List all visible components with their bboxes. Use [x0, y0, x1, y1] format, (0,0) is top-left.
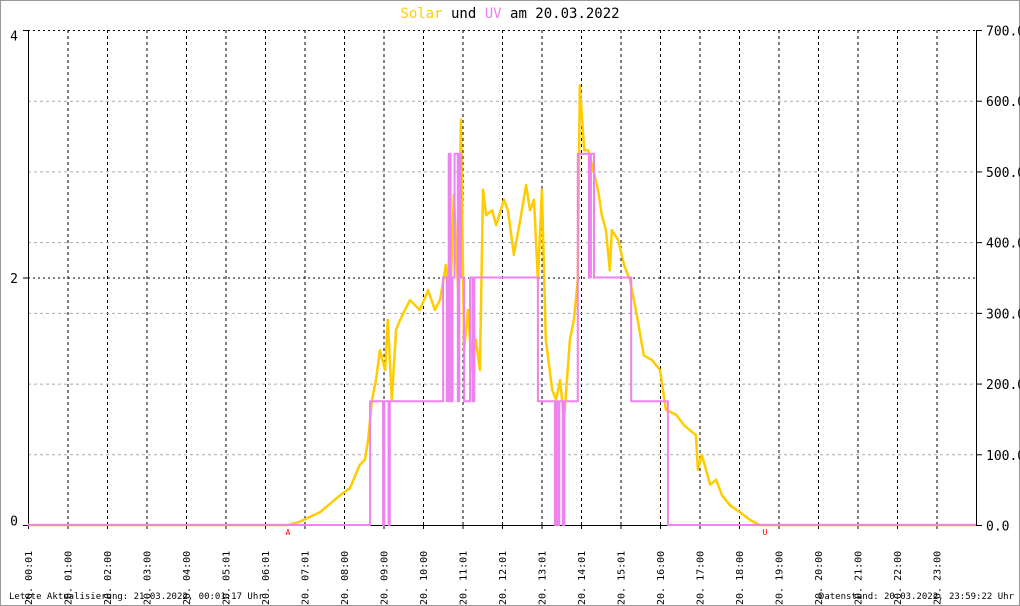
left-tick-label: 4: [10, 30, 18, 45]
x-tick-label: 20. 09:00: [380, 551, 391, 605]
x-tick-label: 20. 19:00: [775, 551, 786, 605]
right-tick-label: 500.0: [986, 166, 1020, 181]
right-tick-label: 100.0: [986, 449, 1020, 464]
right-tick-label: 200.0: [986, 378, 1020, 393]
x-tick-label: 20. 08:00: [340, 551, 351, 605]
title-solar: Solar: [400, 6, 442, 22]
right-tick-label: 600.0: [986, 95, 1020, 110]
x-tick-label: 20. 16:00: [656, 551, 667, 605]
marker-u: U: [763, 528, 768, 537]
last-update-text: Letzte Aktualisierung: 21.03.2022, 00:01…: [9, 592, 264, 602]
x-tick-label: 20. 11:01: [459, 551, 470, 605]
left-tick-label: 0: [10, 515, 18, 530]
title-date: am 20.03.2022: [510, 6, 620, 22]
right-tick-label: 0.0: [986, 520, 1009, 535]
x-tick-label: 20. 10:00: [419, 551, 430, 605]
chart-title: Solar und UV am 20.03.2022: [400, 6, 619, 22]
right-tick-label: 700.0: [986, 25, 1020, 40]
x-tick-label: 20. 17:00: [696, 551, 707, 605]
right-tick-label: 300.0: [986, 307, 1020, 322]
x-tick-label: 20. 18:00: [735, 551, 746, 605]
x-tick-label: 20. 13:01: [538, 551, 549, 605]
x-tick-label: 20. 15:01: [617, 551, 628, 605]
right-tick-label: 400.0: [986, 237, 1020, 252]
data-status-text: Datenstand: 20.03.2022, 23:59:22 Uhr: [818, 592, 1014, 602]
marker-a: A: [285, 528, 290, 537]
x-tick-label: 20. 12:01: [498, 551, 509, 605]
left-tick-label: 2: [10, 272, 18, 287]
title-uv: UV: [485, 6, 502, 22]
x-tick-label: 20. 14:01: [577, 551, 588, 605]
x-tick-label: 20. 07:01: [301, 551, 312, 605]
title-und: und: [451, 6, 476, 22]
solar-uv-chart: Solar und UV am 20.03.2022 20. 00:01 20. …: [10, 6, 1020, 605]
